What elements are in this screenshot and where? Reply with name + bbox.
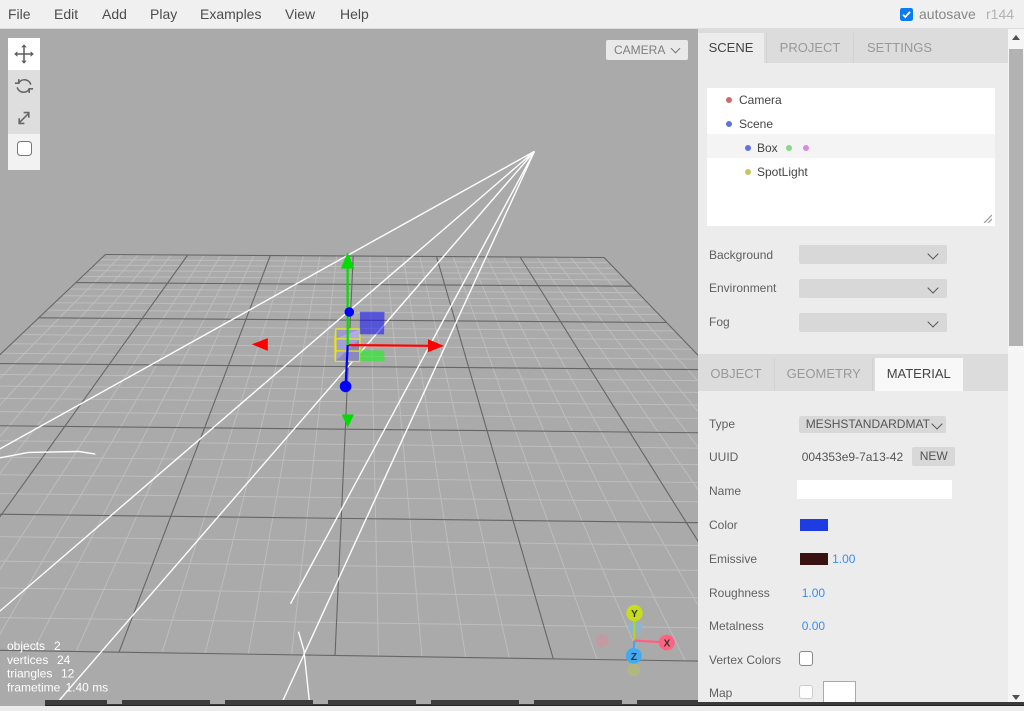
svg-text:vertices: vertices [7, 653, 48, 667]
svg-text:Z: Z [631, 652, 637, 663]
svg-text:frametime: frametime [7, 680, 61, 694]
svg-text:X: X [664, 639, 671, 650]
svg-text:1.40 ms: 1.40 ms [66, 680, 109, 694]
svg-text:24: 24 [57, 653, 71, 667]
svg-text:2: 2 [54, 639, 61, 653]
svg-text:Y: Y [631, 609, 638, 620]
svg-text:triangles: triangles [7, 667, 52, 681]
svg-text:objects: objects [7, 639, 45, 653]
svg-text:12: 12 [61, 667, 75, 681]
